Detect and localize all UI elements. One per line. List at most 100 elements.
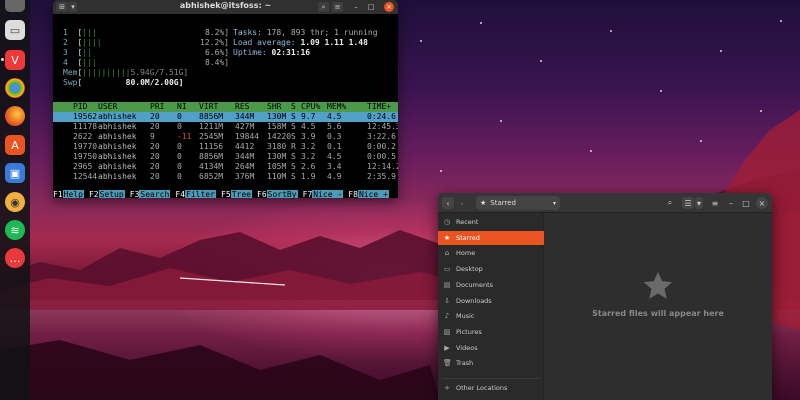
- process-row[interactable]: 19770 abhishek 20 0 11156 4412 3180 R 3.2 0.1 0:00…: [53, 142, 398, 152]
- fkey-key: F5: [221, 190, 231, 198]
- back-icon[interactable]: ‹: [442, 197, 454, 209]
- close-icon[interactable]: ×: [384, 2, 394, 12]
- sidebar-item-label: Recent: [456, 218, 479, 226]
- fkey-sortby[interactable]: F6SortBy: [257, 190, 298, 198]
- process-row[interactable]: 19562 abhishek 20 0 8856M 344M 130M S 9.7 4.5 0:24…: [53, 112, 398, 122]
- fkey-nice[interactable]: F8Nice +: [348, 190, 389, 198]
- process-cell: R: [291, 142, 296, 151]
- sidebar-item-label: Desktop: [456, 265, 483, 274]
- fkey-label: Nice +: [357, 190, 389, 198]
- process-cell: 3.9: [301, 132, 316, 141]
- search-icon[interactable]: ⌕: [318, 2, 329, 12]
- menu-icon[interactable]: ≡: [332, 2, 343, 12]
- sidebar-item-other-locations[interactable]: + Other Locations: [438, 381, 544, 395]
- process-cell: 0: [177, 122, 182, 131]
- htop-screen[interactable]: 1 [||| 8.2%] 2 [|||| 12.2%] 3 [|| 6.6%] …: [53, 14, 398, 198]
- screenshot-icon[interactable]: ▣: [5, 163, 25, 183]
- spotify-icon[interactable]: ≋: [5, 220, 25, 240]
- vivaldi-icon[interactable]: V: [5, 50, 25, 70]
- process-row[interactable]: 19750 abhishek 20 0 8856M 344M 130M S 3.2 4.5 0:00…: [53, 152, 398, 162]
- search-icon[interactable]: ⌕: [664, 197, 676, 209]
- process-cell: abhishek: [98, 112, 137, 121]
- process-table-header[interactable]: PID USER PRI NI VIRT RES SHR S CPU% MEM%…: [53, 102, 398, 112]
- process-cell: 11156: [199, 142, 224, 151]
- process-cell: 2545M: [199, 132, 224, 141]
- sidebar-item-desktop[interactable]: ▭ Desktop: [438, 262, 544, 276]
- files-header: ‹ › ★ Starred ▾ ⌕ ☰ ▾ ≡ – □ ×: [438, 193, 772, 213]
- load-value: 1.09 1.11 1.48: [300, 38, 368, 47]
- uptime-line: Uptime: 02:31:16: [233, 48, 310, 58]
- sidebar-item-recent[interactable]: ◷ Recent: [438, 215, 544, 229]
- sidebar-item-label: Other Locations: [456, 384, 508, 392]
- process-cell: 0.3: [327, 132, 342, 141]
- close-icon[interactable]: ×: [756, 197, 768, 209]
- sidebar-item-documents[interactable]: ▤ Documents: [438, 278, 544, 292]
- process-cell: 11178: [73, 122, 98, 131]
- clock-icon: ◷: [443, 218, 451, 226]
- cpu-meter: 1 [|||: [63, 28, 97, 37]
- chat-icon[interactable]: …: [5, 248, 25, 268]
- process-row[interactable]: 2622 abhishek 9 -11 2545M 19844 14220 S 3.9 0.3 3:…: [53, 132, 398, 142]
- minimize-icon[interactable]: –: [726, 197, 736, 209]
- maximize-icon[interactable]: □: [741, 197, 751, 209]
- rhythmbox-icon[interactable]: ◉: [5, 192, 25, 212]
- col-virt: VIRT: [199, 102, 219, 111]
- sidebar-item-label: Documents: [456, 280, 494, 289]
- tasks-value: 178, 893 thr; 1 running: [266, 28, 378, 37]
- sidebar-item-music[interactable]: ♪ Music: [438, 309, 544, 323]
- terminal-window: ⊞ ▾ abhishek@itsfoss: ~ ⌕ ≡ – □ × 1 [|||…: [53, 0, 398, 198]
- music-icon: ♪: [444, 312, 450, 321]
- view-options-icon[interactable]: ▾: [695, 197, 703, 209]
- apps-icon[interactable]: [5, 0, 25, 12]
- mem-meter: Mem[||||||||||5.94G/7.51G]: [63, 68, 189, 77]
- load-label: Load average:: [233, 38, 296, 47]
- process-cell: 4.9: [327, 172, 342, 181]
- cpu-meter: 2 [||||: [63, 38, 102, 47]
- fkey-filter[interactable]: F4Filter: [175, 190, 216, 198]
- fkey-key: F3: [129, 190, 140, 198]
- sidebar-item-videos[interactable]: ▶ Videos: [438, 341, 544, 355]
- process-cell: 0: [177, 112, 182, 121]
- list-view-icon[interactable]: ☰: [682, 197, 694, 209]
- chrome-icon[interactable]: [5, 78, 25, 98]
- maximize-icon[interactable]: □: [366, 2, 376, 12]
- process-cell: 0:00.2: [367, 142, 396, 151]
- sidebar-item-pictures[interactable]: ▨ Pictures: [438, 325, 544, 339]
- desktop-icon: ▭: [443, 265, 451, 274]
- sidebar-item-starred[interactable]: ★ Starred: [438, 230, 544, 245]
- process-cell: 20: [150, 122, 160, 131]
- process-row[interactable]: 12544 abhishek 20 0 6852M 376M 110M S 1.9 4.9 2:35…: [53, 172, 398, 182]
- minimize-icon[interactable]: –: [351, 2, 361, 12]
- fkey-key: F1: [53, 190, 63, 198]
- file-view[interactable]: Starred files will appear here: [544, 213, 772, 400]
- sidebar-item-label: Pictures: [456, 327, 482, 336]
- sidebar-item-home[interactable]: ⌂ Home: [438, 246, 544, 260]
- menu-icon[interactable]: ≡: [709, 197, 721, 209]
- fkey-help[interactable]: F1Help: [53, 190, 84, 198]
- process-row[interactable]: 11178 abhishek 20 0 1211M 427M 158M S 4.5 5.6 12:4…: [53, 122, 398, 132]
- files-icon[interactable]: ▭: [5, 20, 25, 40]
- process-cell: 20: [150, 162, 160, 171]
- swap-label: Swp: [63, 78, 78, 87]
- process-cell: 4.5: [327, 112, 342, 121]
- sidebar-item-downloads[interactable]: ⇩ Downloads: [438, 294, 544, 308]
- forward-icon[interactable]: ›: [456, 197, 468, 209]
- path-bar[interactable]: ★ Starred ▾: [476, 196, 560, 210]
- fkey-tree[interactable]: F5Tree: [221, 190, 252, 198]
- process-cell: 6852M: [199, 172, 224, 181]
- app-store-icon[interactable]: A: [5, 135, 25, 155]
- process-row[interactable]: 2965 abhishek 20 0 4134M 264M 105M S 2.6 3.4 12:14…: [53, 162, 398, 172]
- process-cell: 3.2: [301, 152, 316, 161]
- process-cell: 20: [150, 152, 160, 161]
- chevron-down-icon[interactable]: ▾: [553, 200, 556, 207]
- fkey-search[interactable]: F3Search: [130, 190, 171, 198]
- fkey-nice[interactable]: F7Nice -: [303, 190, 344, 198]
- sidebar-item-trash[interactable]: 🗑 Trash: [438, 356, 544, 370]
- fkey-setup[interactable]: F2Setup: [89, 190, 125, 198]
- dock: ▭ V A ▣ ◉ ≋ …: [0, 0, 30, 400]
- firefox-icon[interactable]: [5, 106, 25, 126]
- col-cpu: CPU%: [301, 102, 321, 111]
- fkey-label: Help: [62, 190, 84, 198]
- process-cell: 4134M: [199, 162, 224, 171]
- process-cell: 427M: [235, 122, 255, 131]
